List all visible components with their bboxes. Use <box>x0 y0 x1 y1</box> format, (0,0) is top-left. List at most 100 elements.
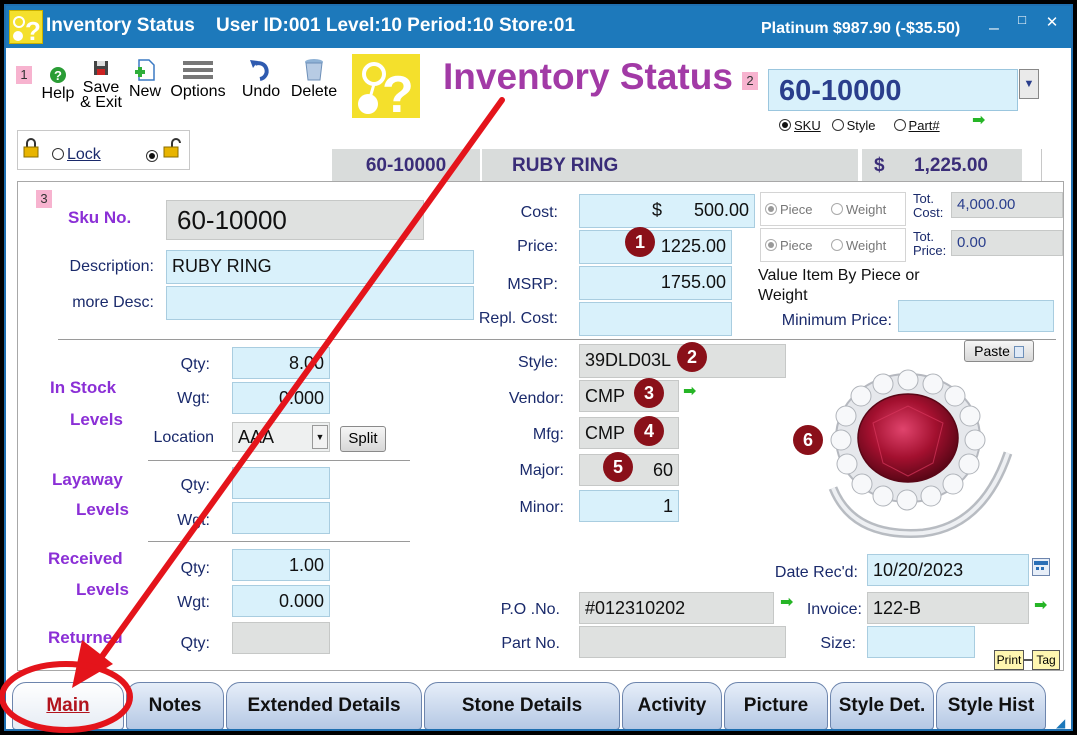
in-stock-wgt-field[interactable]: 0.000 <box>232 382 330 414</box>
clipboard-icon <box>1013 346 1024 358</box>
calendar-icon[interactable] <box>1032 558 1050 576</box>
tab-activity[interactable]: Activity <box>622 682 722 729</box>
msrp-field[interactable]: 1755.00 <box>579 266 732 300</box>
inventory-status-window: ? Inventory Status User ID:001 Level:10 … <box>4 4 1073 731</box>
help-button[interactable]: ? Help <box>36 66 80 102</box>
part-no-field[interactable] <box>579 626 786 658</box>
in-stock-qty-field[interactable]: 8.00 <box>232 347 330 379</box>
description-field[interactable]: RUBY RING <box>166 250 474 284</box>
cost-piece-option[interactable]: Piece <box>765 202 813 217</box>
cost-piece-radio[interactable] <box>765 203 777 215</box>
vendor-field[interactable]: CMP <box>579 380 679 412</box>
section-marker-1: 1 <box>16 66 32 84</box>
location-chevron-down-icon[interactable]: ▼ <box>312 425 328 449</box>
cost-weight-radio[interactable] <box>831 203 843 215</box>
search-mode-sku[interactable]: SKU <box>779 118 821 133</box>
returned-qty-field[interactable] <box>232 622 330 654</box>
layaway-wgt-field[interactable] <box>232 502 330 534</box>
location-label: Location <box>153 429 215 446</box>
radio-style[interactable] <box>831 119 844 131</box>
invoice-field[interactable]: 122-B <box>867 592 1029 624</box>
save-exit-button[interactable]: Save & Exit <box>79 60 123 111</box>
sku-search-dropdown[interactable]: ▼ <box>1019 69 1039 99</box>
received-qty-field[interactable]: 1.00 <box>232 549 330 581</box>
cost-weight-option[interactable]: Weight <box>831 202 886 217</box>
minor-field[interactable]: 1 <box>579 490 679 522</box>
returned-qty-label: Qty: <box>180 635 210 652</box>
size-label: Size: <box>820 635 856 652</box>
repl-cost-field[interactable] <box>579 302 732 336</box>
go-arrow-icon[interactable]: ➡ <box>972 110 985 130</box>
size-field[interactable] <box>867 626 975 658</box>
radio-lock[interactable] <box>52 148 64 160</box>
split-button[interactable]: Split <box>340 426 386 452</box>
invoice-go-arrow-icon[interactable]: ➡ <box>1034 595 1047 615</box>
tab-stone-details[interactable]: Stone Details <box>424 682 620 729</box>
cost-field[interactable]: $ 500.00 <box>579 194 755 228</box>
new-button[interactable]: New <box>127 58 163 100</box>
lock-radio[interactable]: Lock <box>52 146 101 164</box>
delete-button[interactable]: Delete <box>288 58 340 100</box>
received-wgt-field[interactable]: 0.000 <box>232 585 330 617</box>
badge-3: 3 <box>634 378 664 408</box>
mfg-field[interactable]: CMP <box>579 417 679 449</box>
tot-price-label-2: Price: <box>913 243 947 258</box>
price-weight-radio[interactable] <box>831 239 843 251</box>
search-mode-style[interactable]: Style <box>831 118 875 133</box>
stock-divider-1 <box>148 460 410 461</box>
min-price-field[interactable] <box>898 300 1054 332</box>
tab-style-det[interactable]: Style Det. <box>830 682 934 729</box>
undo-label: Undo <box>241 83 281 100</box>
sku-field[interactable]: 60-10000 <box>166 200 424 240</box>
maximize-button[interactable]: □ <box>1010 9 1034 33</box>
price-piece-option[interactable]: Piece <box>765 238 813 253</box>
close-button[interactable]: ✕ <box>1040 12 1064 36</box>
date-recd-field[interactable]: 10/20/2023 <box>867 554 1029 586</box>
price-field[interactable]: 1225.00 <box>579 230 732 264</box>
tab-picture[interactable]: Picture <box>724 682 828 729</box>
trash-can-icon <box>288 58 340 82</box>
resize-grip-icon[interactable]: ◢ <box>1056 716 1065 729</box>
in-stock-wgt-label: Wgt: <box>177 390 210 407</box>
received-label-2: Levels <box>76 580 129 599</box>
sku-search-input[interactable]: 60-10000 <box>768 69 1018 111</box>
tab-extended-details[interactable]: Extended Details <box>226 682 422 729</box>
location-select[interactable]: AAA ▼ <box>232 422 330 452</box>
options-button[interactable]: Options <box>165 58 231 100</box>
description-label: Description: <box>69 258 154 275</box>
date-recd-label: Date Rec'd: <box>774 564 858 581</box>
price-weight-option[interactable]: Weight <box>831 238 886 253</box>
tab-style-det-label: Style Det. <box>838 695 926 716</box>
tag-label: Tag <box>1032 650 1060 670</box>
search-mode-part[interactable]: Part# <box>893 118 940 133</box>
radio-unlock[interactable] <box>146 148 161 166</box>
style-label: Style: <box>517 354 558 371</box>
undo-icon <box>238 58 284 82</box>
tab-notes-label: Notes <box>148 695 202 716</box>
minimize-button[interactable]: _ <box>982 10 1006 34</box>
print-tag-button[interactable]: Print Tag <box>994 650 1062 672</box>
summary-sku: 60-10000 <box>332 149 480 183</box>
tab-notes[interactable]: Notes <box>126 682 224 729</box>
undo-button[interactable]: Undo <box>238 58 284 100</box>
tab-main[interactable]: Main <box>12 682 124 729</box>
layaway-qty-field[interactable] <box>232 467 330 499</box>
price-piece-radio[interactable] <box>765 239 777 251</box>
tab-style-hist[interactable]: Style Hist <box>936 682 1046 729</box>
paste-button[interactable]: Paste <box>964 340 1034 362</box>
badge-2: 2 <box>677 342 707 372</box>
section-marker-3: 3 <box>36 190 52 208</box>
summary-description: RUBY RING <box>482 149 858 183</box>
radio-sku[interactable] <box>779 119 791 131</box>
search-mode-group: SKU Style Part# <box>779 118 940 133</box>
radio-part[interactable] <box>893 119 906 131</box>
tot-price-field[interactable]: 0.00 <box>951 230 1063 256</box>
tab-picture-label: Picture <box>743 695 809 716</box>
cost-currency: $ <box>652 200 663 220</box>
tot-cost-field[interactable]: 4,000.00 <box>951 192 1063 218</box>
radio-unlock-dot[interactable] <box>146 150 158 162</box>
vendor-go-arrow-icon[interactable]: ➡ <box>683 381 696 401</box>
window-title-name: Inventory Status <box>46 15 195 36</box>
po-field[interactable]: #012310202 <box>579 592 774 624</box>
more-desc-field[interactable] <box>166 286 474 320</box>
